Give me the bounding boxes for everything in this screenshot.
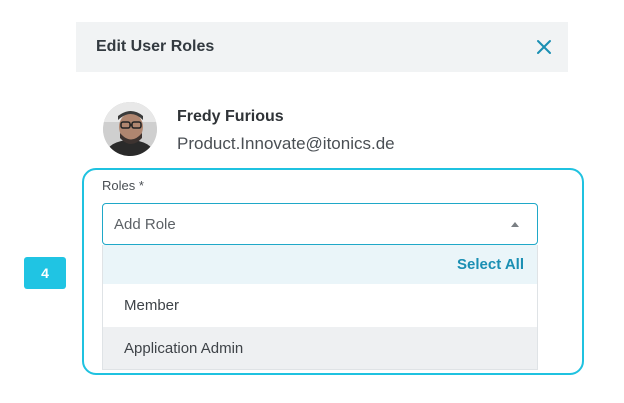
close-icon xyxy=(537,40,551,54)
avatar-photo xyxy=(103,102,157,156)
role-option-member[interactable]: Member xyxy=(103,284,537,327)
dialog-header: Edit User Roles xyxy=(76,22,568,72)
step-badge: 4 xyxy=(24,257,66,289)
dialog-title: Edit User Roles xyxy=(96,38,215,55)
edit-user-roles-screen: Edit User Roles Fredy Furious Product.In… xyxy=(0,0,624,403)
role-option-application-admin[interactable]: Application Admin xyxy=(103,327,537,369)
roles-select[interactable]: Add Role xyxy=(102,203,538,245)
select-all-row: Select All xyxy=(103,245,537,284)
close-button[interactable] xyxy=(532,35,556,59)
roles-label: Roles * xyxy=(102,178,144,193)
roles-select-placeholder: Add Role xyxy=(114,215,176,233)
user-name: Fredy Furious xyxy=(177,108,284,125)
caret-up-icon xyxy=(511,221,519,227)
roles-dropdown: Select All Member Application Admin xyxy=(102,245,538,370)
user-email: Product.Innovate@itonics.de xyxy=(177,134,395,153)
avatar xyxy=(103,102,157,156)
select-all-button[interactable]: Select All xyxy=(457,256,524,273)
